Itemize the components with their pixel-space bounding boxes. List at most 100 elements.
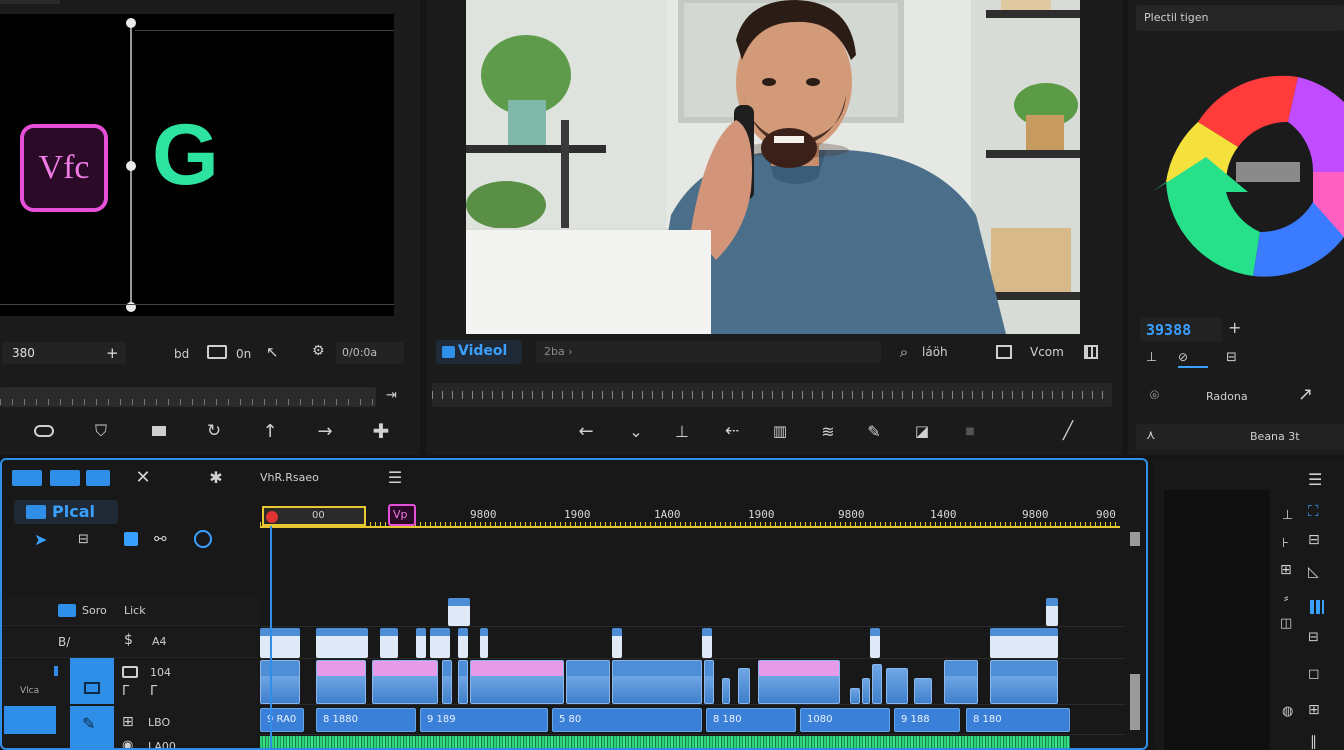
- lock-icon[interactable]: $: [124, 632, 133, 648]
- audio-clip[interactable]: 1080: [800, 708, 890, 732]
- work-area-bar[interactable]: 00: [262, 506, 366, 526]
- video-clip[interactable]: [886, 668, 908, 704]
- solo-icon[interactable]: ◉: [122, 738, 133, 748]
- trim-icon[interactable]: ⊥: [670, 420, 694, 442]
- add-marker-icon[interactable]: +: [106, 344, 119, 362]
- track-select-icon[interactable]: ⊟: [78, 532, 89, 547]
- video-clip[interactable]: [1046, 598, 1058, 626]
- timeline-view-icon-1[interactable]: [12, 470, 42, 486]
- scrollbar-thumb[interactable]: [1130, 674, 1140, 730]
- chevron-down-icon[interactable]: ⌄: [624, 420, 648, 442]
- audio-clip[interactable]: 8 180: [966, 708, 1070, 732]
- arrow-right-icon[interactable]: →: [314, 420, 336, 442]
- video-clip[interactable]: [990, 660, 1058, 704]
- source-duration-field[interactable]: 0/0:0a: [336, 342, 404, 364]
- lift-icon[interactable]: [148, 420, 170, 442]
- video-clip[interactable]: [850, 688, 860, 704]
- audio-waveform[interactable]: [260, 736, 1070, 748]
- tool-icon-14[interactable]: ∥: [1310, 734, 1317, 750]
- eye-icon[interactable]: [122, 666, 138, 678]
- audio-clip[interactable]: 9 189: [420, 708, 548, 732]
- tool-icon-6[interactable]: ◺: [1308, 564, 1319, 580]
- video-clip[interactable]: [442, 660, 452, 704]
- timeline-view-icon-2[interactable]: [50, 470, 80, 486]
- clip-marker[interactable]: Vp: [388, 504, 416, 526]
- source-tool-label-1[interactable]: bd: [174, 347, 189, 361]
- video-clip[interactable]: [702, 628, 712, 658]
- video-clip[interactable]: [704, 660, 714, 704]
- tool-icon-9[interactable]: ◫: [1280, 616, 1292, 631]
- video-clip[interactable]: [612, 628, 622, 658]
- video-clip[interactable]: [260, 628, 300, 658]
- tool-icon-2[interactable]: ⛶: [1308, 502, 1319, 520]
- shield-icon[interactable]: ⛉: [90, 420, 112, 442]
- video-clip[interactable]: [722, 678, 730, 704]
- close-icon[interactable]: ✕: [132, 466, 154, 488]
- video-clip[interactable]: [870, 628, 880, 658]
- monitor-icon[interactable]: [207, 345, 227, 359]
- tool-icon-12[interactable]: ◍: [1282, 704, 1293, 719]
- color-wheel-icon[interactable]: [1148, 62, 1344, 282]
- settings-icon[interactable]: ⚙: [312, 343, 325, 359]
- marker-tool-icon[interactable]: [194, 530, 212, 548]
- program-tool-label-2[interactable]: Vcom: [1030, 345, 1064, 359]
- video-clip[interactable]: [430, 628, 450, 658]
- audio-clip[interactable]: 9 188: [894, 708, 960, 732]
- video-clip[interactable]: [738, 668, 750, 704]
- razor-icon[interactable]: ↖: [266, 343, 279, 361]
- video-clip[interactable]: [458, 628, 468, 658]
- effects-value-field[interactable]: 39388: [1140, 318, 1222, 342]
- video-clip[interactable]: [316, 660, 366, 704]
- playhead-line[interactable]: [270, 526, 272, 748]
- arrow-diagonal-icon[interactable]: ↗: [1298, 384, 1313, 405]
- program-tool-label-1[interactable]: láöh: [922, 345, 948, 359]
- export-frame-icon[interactable]: ◪: [910, 420, 934, 442]
- tool-icon-8[interactable]: [1310, 600, 1324, 614]
- menu-icon[interactable]: ☰: [1308, 470, 1322, 489]
- bracket-icon[interactable]: Γ: [122, 684, 129, 699]
- arrow-up-icon[interactable]: ↑: [259, 420, 281, 442]
- target-toggle[interactable]: ✎: [70, 706, 114, 748]
- tool-icon-3[interactable]: ⊦: [1282, 536, 1289, 551]
- bracket-icon[interactable]: Γ: [150, 684, 157, 699]
- search-icon[interactable]: ⌕: [894, 342, 914, 362]
- source-scrub-bar[interactable]: [0, 387, 376, 407]
- source-timecode-field[interactable]: 380 +: [2, 342, 126, 364]
- effects-tool-icon-1[interactable]: ⊥: [1146, 350, 1157, 365]
- audio-clip[interactable]: 8 180: [706, 708, 796, 732]
- video-clip[interactable]: [416, 628, 426, 658]
- tool-icon-7[interactable]: ⸗: [1284, 590, 1288, 606]
- program-breadcrumb-field[interactable]: 2ba ›: [536, 341, 881, 363]
- timeline-scrollbar[interactable]: [1130, 528, 1140, 748]
- guide-handle-top[interactable]: [126, 18, 136, 28]
- insert-icon[interactable]: ✚: [370, 419, 392, 443]
- effects-tool-icon-2[interactable]: ⊘: [1178, 350, 1208, 368]
- video-clip[interactable]: [612, 660, 702, 704]
- video-clip[interactable]: [990, 628, 1058, 658]
- video-clip[interactable]: [380, 628, 398, 658]
- audio-clip[interactable]: 8 1880: [316, 708, 416, 732]
- video-clip[interactable]: [458, 660, 468, 704]
- source-tool-label-2[interactable]: 0n: [236, 347, 251, 361]
- film-icon[interactable]: ▥: [768, 420, 792, 442]
- mute-icon[interactable]: ⊞: [122, 714, 134, 730]
- track-header[interactable]: Soro Lick: [2, 596, 258, 626]
- tool-icon-5[interactable]: ⊞: [1280, 562, 1292, 578]
- tool-icon-13[interactable]: ⊞: [1308, 702, 1320, 718]
- mark-in-icon[interactable]: [32, 422, 56, 440]
- track-selected-block[interactable]: [4, 706, 56, 734]
- tool-icon-10[interactable]: ⊟: [1308, 630, 1319, 645]
- crop-icon[interactable]: [996, 345, 1012, 359]
- video-clip[interactable]: [944, 660, 978, 704]
- effects-add-icon[interactable]: +: [1228, 318, 1241, 337]
- loop-icon[interactable]: ↻: [203, 420, 225, 442]
- video-clip[interactable]: [914, 678, 932, 704]
- snap-icon[interactable]: ✱: [205, 466, 227, 488]
- guide-handle-middle[interactable]: [126, 161, 136, 171]
- video-clip[interactable]: [862, 678, 870, 704]
- effects-tool-icon-3[interactable]: ⊟: [1226, 350, 1237, 365]
- tool-icon-4[interactable]: ⊟: [1308, 532, 1320, 548]
- grid-icon[interactable]: [1084, 345, 1098, 359]
- selection-tool-icon[interactable]: ➤: [34, 530, 47, 549]
- audio-clip[interactable]: 9 RA0: [260, 708, 304, 732]
